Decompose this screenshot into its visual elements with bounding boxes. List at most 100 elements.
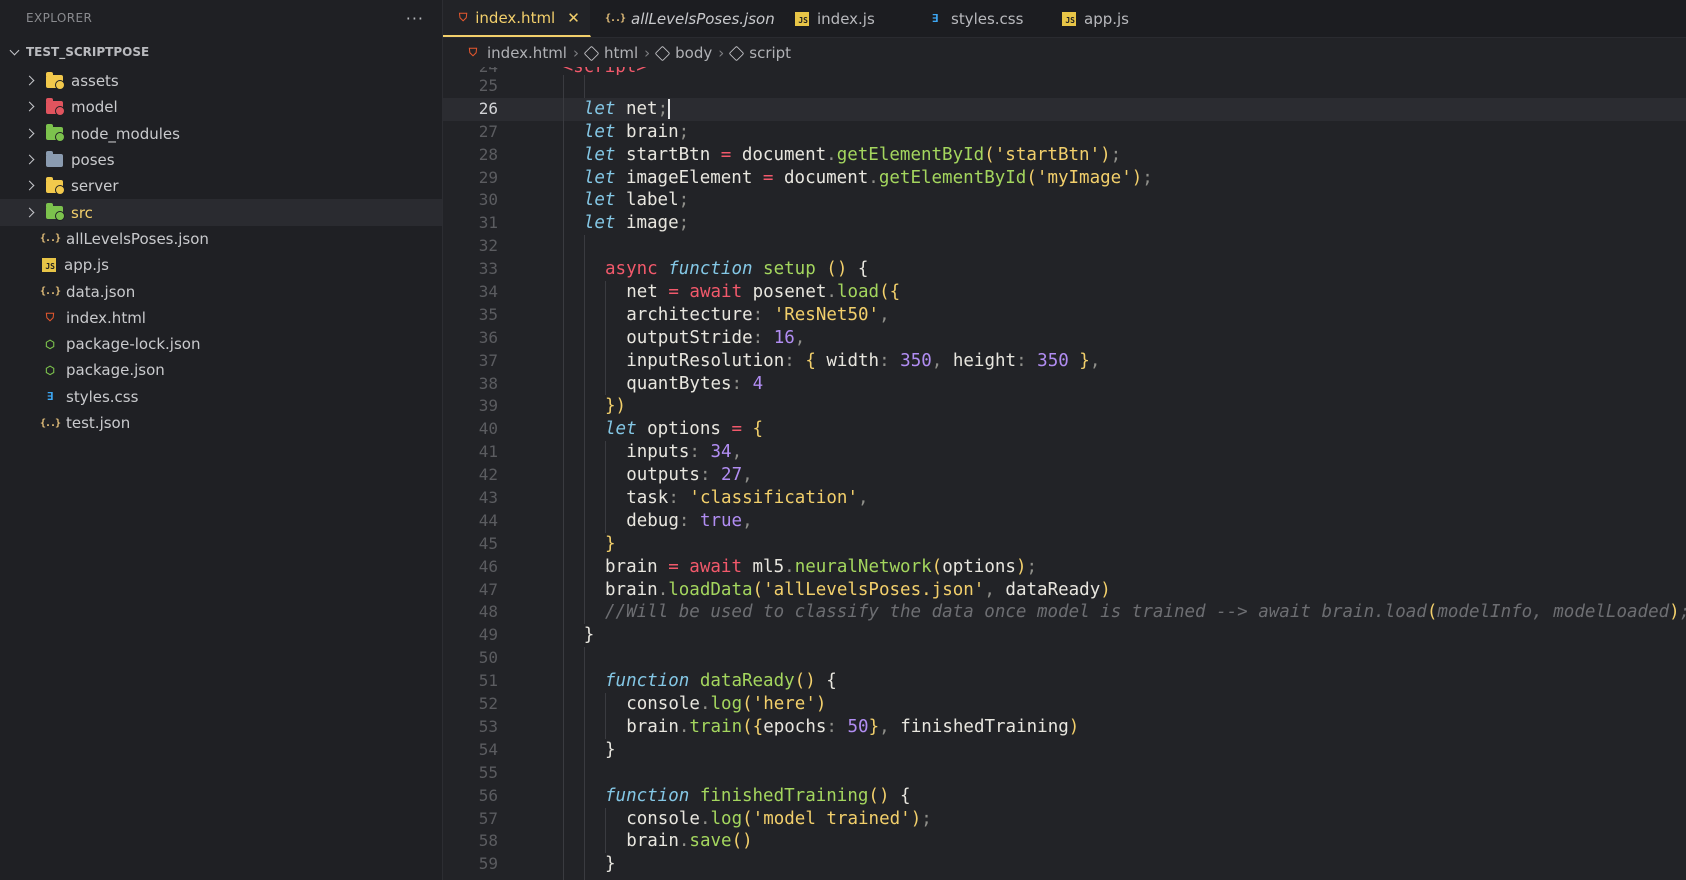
tab-alllevelsposes-json[interactable]: {..} allLevelsPoses.json (591, 0, 779, 37)
tab-index-js[interactable]: JS index.js (779, 0, 911, 37)
folder-item[interactable]: assets (0, 68, 442, 94)
code-token: brain (626, 716, 679, 737)
indent-guide (562, 738, 564, 762)
indent-guide (562, 326, 564, 350)
indent-guide (583, 372, 585, 396)
indent-guide (583, 670, 585, 694)
code-token: net (615, 98, 658, 119)
file-item[interactable]: ⬡ package-lock.json (0, 331, 442, 357)
folder-item[interactable]: server (0, 173, 442, 199)
code-token: setup (752, 259, 827, 280)
code-token: . (678, 716, 690, 737)
folder-label: model (71, 98, 118, 117)
indent-guide (583, 303, 585, 327)
code-token: , (879, 716, 890, 737)
code-token: } (1068, 350, 1090, 371)
code-token: . (826, 144, 837, 165)
node-file-icon: ⬡ (45, 363, 55, 377)
tab-app-js[interactable]: JS app.js (1046, 0, 1166, 37)
indent-guide (605, 487, 606, 510)
indent-guide (562, 97, 564, 121)
indent-guide (583, 235, 585, 259)
code-line: 34 net = await posenet.load({ (443, 281, 1686, 304)
indent-guide (562, 532, 564, 556)
indent-guide (562, 303, 564, 327)
file-item[interactable]: JS app.js (0, 252, 442, 278)
code-token: 34 (710, 442, 732, 463)
code-line: 39}) (443, 395, 1686, 419)
tab-index-html[interactable]: ⛉ index.html ✕ (443, 0, 591, 37)
file-item[interactable]: {..} data.json (0, 278, 442, 304)
line-number: 34 (478, 282, 498, 302)
file-item[interactable]: ⛉ index.html (0, 305, 442, 331)
indent-guide (562, 349, 564, 373)
code-token: ) (1100, 579, 1111, 600)
line-number: 57 (478, 808, 498, 828)
project-root[interactable]: TEST_SCRIPTPOSE (0, 40, 442, 64)
folder-badge-icon (55, 132, 65, 143)
more-actions-icon[interactable]: ··· (406, 9, 424, 28)
code-token: train (689, 716, 743, 737)
folder-label: src (71, 203, 93, 222)
code-line: 38 quantBytes: 4 (443, 372, 1686, 396)
file-item[interactable]: {..} allLevelsPoses.json (0, 226, 442, 252)
code-token: getElementById (878, 167, 1027, 188)
code-text: let label; (584, 189, 689, 212)
code-line: 35 architecture: 'ResNet50', (443, 303, 1686, 327)
code-token: () (794, 671, 816, 692)
code-token: 350 (900, 350, 932, 371)
code-token: () (731, 831, 753, 852)
file-label: allLevelsPoses.json (66, 229, 209, 248)
code-token: } (605, 533, 616, 554)
line-number: 45 (478, 533, 498, 553)
chevron-down-icon (8, 45, 22, 59)
folder-icon (46, 124, 65, 143)
line-number: 49 (478, 625, 498, 645)
code-token: architecture (626, 304, 753, 325)
folder-item[interactable]: node_modules (0, 121, 442, 147)
code-line: 31 let image; (443, 212, 1686, 236)
code-token: ) (1131, 167, 1143, 188)
folder-item[interactable]: model (0, 94, 442, 120)
tab-styles-css[interactable]: ∃ styles.css (911, 0, 1046, 37)
close-icon[interactable]: ✕ (567, 9, 580, 27)
folder-item[interactable]: src (0, 199, 442, 226)
code-line: 29 let imageElement = document.getElement… (443, 166, 1686, 190)
file-item[interactable]: ⬡ package.json (0, 357, 442, 383)
file-item[interactable]: {..} test.json (0, 410, 442, 436)
code-token: ; (1110, 144, 1122, 165)
code-line: 57 console.log('model trained'); (443, 807, 1686, 831)
file-label: index.html (66, 308, 146, 327)
indent-guide (605, 693, 606, 716)
indent-guide (562, 120, 564, 144)
code-token: options (636, 419, 732, 440)
indent-guide (583, 75, 585, 98)
code-line: 48 //Will be used to classify the data on… (443, 601, 1686, 625)
folder-label: poses (71, 151, 115, 170)
code-line: 36 outputStride: 16, (443, 326, 1686, 350)
code-token: 'allLevelsPoses.json' (763, 579, 985, 600)
indent-guide (562, 418, 564, 442)
breadcrumb-part[interactable]: script (749, 44, 791, 62)
code-text: let startBtn = document.getElementById('… (584, 144, 1121, 167)
file-label: package.json (66, 361, 165, 380)
code-text: let brain; (584, 121, 689, 144)
code-token: { (815, 671, 837, 692)
breadcrumb-part[interactable]: html (604, 44, 638, 62)
code-token: console (626, 808, 700, 829)
indent-guide (562, 715, 564, 739)
code-token: await (678, 282, 743, 303)
file-item[interactable]: ∃ styles.css (0, 384, 442, 410)
code-token: ; (1142, 167, 1153, 188)
breadcrumb-part[interactable]: body (675, 44, 712, 62)
folder-item[interactable]: poses (0, 147, 442, 173)
code-token: image (615, 213, 679, 234)
code-token: . (868, 167, 879, 188)
indent-guide (562, 281, 564, 304)
breadcrumb-file[interactable]: index.html (487, 44, 567, 62)
js-file-icon: JS (795, 11, 809, 26)
code-text: net = await posenet.load({ (626, 281, 900, 304)
code-editor[interactable]: 24<script>25 26 let net; 27 let brain; 28 let … (443, 67, 1686, 880)
code-token: function (657, 259, 753, 280)
indent-guide (562, 670, 564, 694)
